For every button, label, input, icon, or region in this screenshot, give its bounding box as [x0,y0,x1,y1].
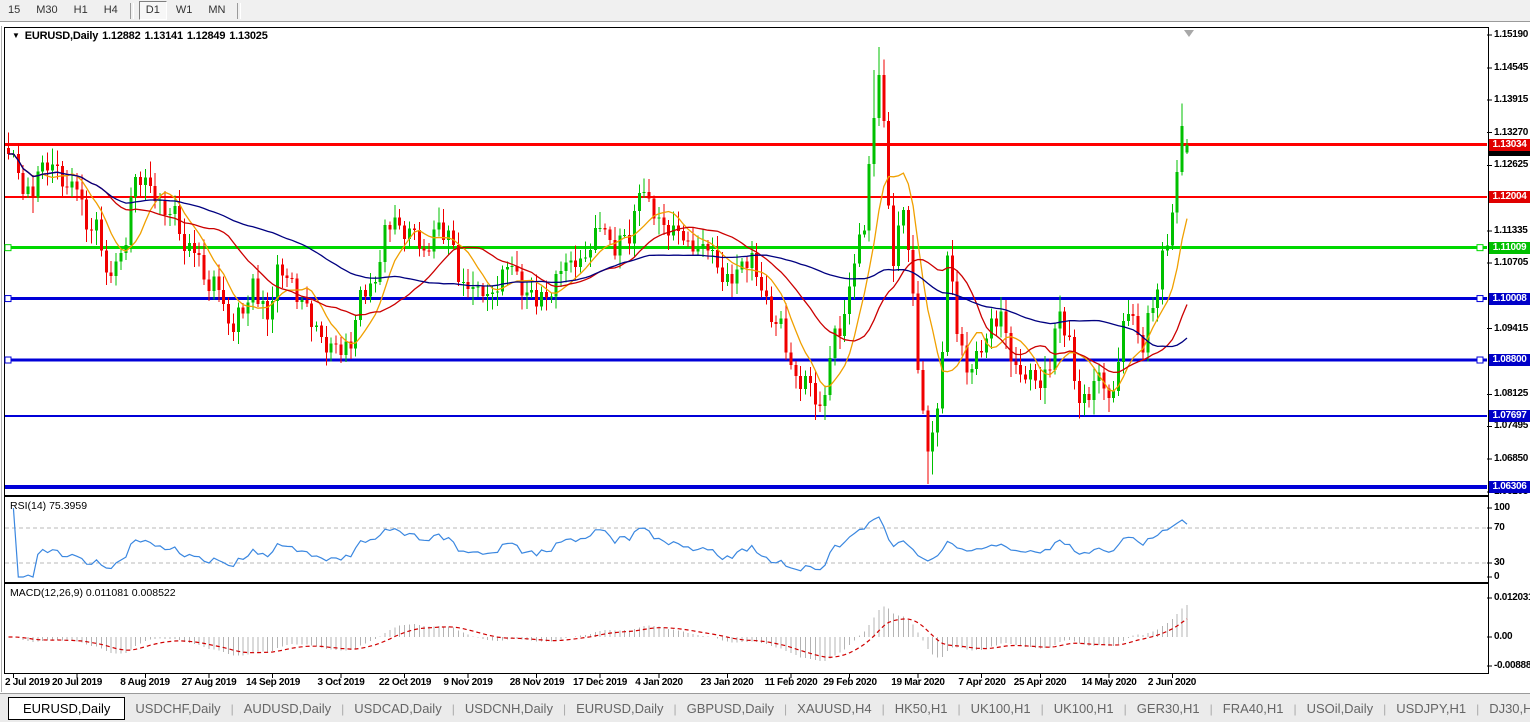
date-label: 27 Aug 2019 [182,677,237,688]
tab-uk100-h1[interactable]: UK100,H1 [1044,698,1124,719]
ohlc-open: 1.12882 [102,30,140,42]
tab-usdcad-daily[interactable]: USDCAD,Daily [344,698,451,719]
tab-usdchf-daily[interactable]: USDCHF,Daily [125,698,230,719]
date-label: 29 Feb 2020 [823,677,876,688]
price-tick-label: 1.13270 [1494,127,1530,138]
macd-tick-label: 0.012031 [1494,592,1530,603]
price-tick-label: 1.15190 [1494,29,1530,40]
toolbar-separator [130,3,134,19]
chart-title: ▼ EURUSD,Daily 1.12882 1.13141 1.12849 1.1302… [12,30,272,42]
tab-fra40-h1[interactable]: FRA40,H1 [1213,698,1294,719]
date-label: 9 Nov 2019 [443,677,492,688]
macd-tick-label: -0.00888 [1494,660,1530,671]
date-label: 14 May 2020 [1081,677,1136,688]
price-tick-label: 1.12625 [1494,159,1530,170]
tab-eurusd-daily[interactable]: EURUSD,Daily [566,698,673,719]
tab-uk100-h1[interactable]: UK100,H1 [961,698,1041,719]
tab-xauusd-h4[interactable]: XAUUSD,H4 [787,698,881,719]
tab-audusd-daily[interactable]: AUDUSD,Daily [234,698,341,719]
timeframe-button-d1[interactable]: D1 [139,1,167,20]
main-chart-panel[interactable] [4,27,1489,496]
hline-price-badge: 1.08800 [1489,354,1530,366]
date-label: 2 Jul 2019 [5,677,50,688]
hline-price-badge: 1.07697 [1489,410,1530,422]
tab-hk50-h1[interactable]: HK50,H1 [885,698,958,719]
hline-price-badge: 1.06306 [1489,481,1530,493]
date-label: 7 Apr 2020 [958,677,1005,688]
date-label: 25 Apr 2020 [1014,677,1066,688]
price-tick-label: 1.08125 [1494,388,1530,399]
rsi-tick-label: 70 [1494,522,1530,533]
tab-ger30-h1[interactable]: GER30,H1 [1127,698,1210,719]
date-label: 2 Jun 2020 [1148,677,1196,688]
symbol-tabbar: EURUSD,DailyUSDCHF,Daily|AUDUSD,Daily|US… [0,693,1530,722]
window-edge [1,26,2,692]
timeframe-button-h1[interactable]: H1 [67,1,95,20]
price-tick-label: 1.11335 [1494,225,1530,236]
rsi-label: RSI(14) 75.3959 [10,500,87,512]
price-tick-label: 1.13915 [1494,94,1530,105]
date-label: 3 Oct 2019 [317,677,364,688]
timeframe-button-w1[interactable]: W1 [169,1,200,20]
timeframe-button-m30[interactable]: M30 [29,1,64,20]
rsi-tick-label: 30 [1494,557,1530,568]
hline-price-badge: 1.11009 [1489,242,1530,254]
ohlc-low: 1.12849 [187,30,225,42]
toolbar-divider [0,21,1530,25]
price-tick-label: 1.14545 [1494,62,1530,73]
tab-usdcnh-daily[interactable]: USDCNH,Daily [455,698,563,719]
ohlc-high: 1.13141 [145,30,183,42]
rsi-tick-label: 0 [1494,571,1530,582]
ohlc-close: 1.13025 [229,30,267,42]
date-label: 14 Sep 2019 [246,677,300,688]
hline-price-badge: 1.12004 [1489,191,1530,203]
date-label: 28 Nov 2019 [510,677,565,688]
macd-label: MACD(12,26,9) 0.011081 0.008522 [10,587,176,599]
date-label: 20 Jul 2019 [52,677,102,688]
date-label: 17 Dec 2019 [573,677,627,688]
date-label: 22 Oct 2019 [379,677,431,688]
rsi-tick-label: 100 [1494,502,1530,513]
chart-symbol-label: EURUSD,Daily [25,30,98,42]
macd-panel[interactable] [4,583,1489,674]
timeframe-toolbar: 15M30H1H4 D1W1MN [0,0,1530,21]
tab-dj30-h1[interactable]: DJ30,H1 [1479,698,1530,719]
timeframe-button-mn[interactable]: MN [201,1,232,20]
trading-app-window: 15M30H1H4 D1W1MN ▼ EURUSD,Daily 1.12882 1.13… [0,0,1530,722]
date-label: 23 Jan 2020 [701,677,754,688]
hline-price-badge: 1.10008 [1489,293,1530,305]
tab-eurusd-daily[interactable]: EURUSD,Daily [8,697,125,720]
date-label: 8 Aug 2019 [120,677,169,688]
hline-price-badge: 1.13034 [1489,139,1530,151]
rsi-panel[interactable] [4,496,1489,583]
date-label: 11 Feb 2020 [765,677,818,688]
tab-gbpusd-daily[interactable]: GBPUSD,Daily [677,698,784,719]
timeframe-button-h4[interactable]: H4 [97,1,125,20]
tab-usdjpy-h1[interactable]: USDJPY,H1 [1386,698,1476,719]
symbol-collapse-icon[interactable]: ▼ [12,31,20,40]
timeframe-button-15[interactable]: 15 [1,1,27,20]
price-tick-label: 1.09415 [1494,323,1530,334]
price-tick-label: 1.10705 [1494,257,1530,268]
date-label: 4 Jan 2020 [635,677,683,688]
tab-usoil-daily[interactable]: USOil,Daily [1297,698,1383,719]
macd-tick-label: 0.00 [1494,631,1530,642]
toolbar-separator [237,3,241,19]
date-label: 19 Mar 2020 [891,677,944,688]
price-tick-label: 1.06850 [1494,453,1530,464]
